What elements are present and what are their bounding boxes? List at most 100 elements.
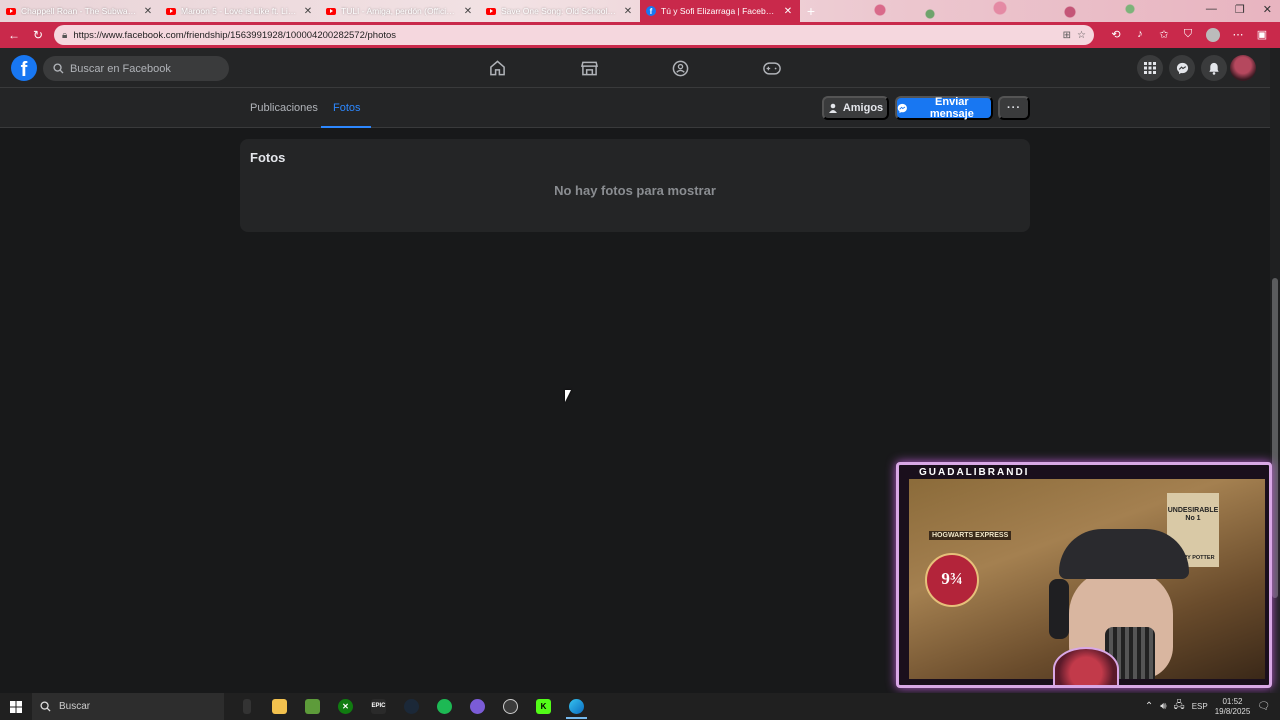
taskbar-app[interactable] [494,693,527,720]
browser-tab[interactable]: TULI - Amiga, perdón (Official Vi ✕ [320,0,480,22]
notifications-icon[interactable] [1201,55,1227,81]
spotify-icon [437,699,452,714]
url-field[interactable]: 🔒︎ https://www.facebook.com/friendship/1… [54,25,1094,45]
taskbar-app-active[interactable] [560,693,593,720]
taskbar-app[interactable] [296,693,329,720]
notification-center-icon[interactable]: 🗨 [1257,701,1270,712]
facebook-logo[interactable]: f [11,55,37,81]
windows-start-icon[interactable] [0,693,32,720]
home-icon[interactable] [477,48,517,88]
facebook-icon: f [646,6,656,16]
obs-icon [503,699,518,714]
epic-games-icon: EPIC [371,699,386,714]
phone-icon [242,699,251,714]
taskbar-app[interactable] [395,693,428,720]
close-window-icon[interactable]: ✕ [1263,3,1272,16]
taskbar-search-input[interactable] [59,701,209,712]
taskbar-app[interactable] [461,693,494,720]
youtube-icon [486,7,496,15]
taskbar-app[interactable]: K [527,693,560,720]
friendship-subnav: Publicaciones Fotos [0,88,1280,128]
taskbar-app[interactable]: EPIC [362,693,395,720]
close-icon[interactable]: ✕ [462,6,474,17]
profile-avatar[interactable] [1206,28,1220,42]
more-options-button[interactable]: ··· [998,96,1030,120]
facebook-search[interactable] [43,56,229,81]
back-icon[interactable]: ← [6,28,22,42]
app-install-icon[interactable]: ⊞ [1063,30,1071,41]
chevron-up-icon[interactable]: ⌃ [1145,701,1153,712]
clock[interactable]: 01:52 19/8/2025 [1215,697,1251,717]
url-text: https://www.facebook.com/friendship/1563… [73,29,397,41]
tab-publicaciones[interactable]: Publicaciones [250,88,318,128]
extensions-toolbar: ⟲ ♪ ✩ ⛉ ⋯ ▣ [1110,28,1268,42]
close-icon[interactable]: ✕ [142,6,154,17]
streamer-cap [1059,529,1189,579]
taskbar-app[interactable] [230,693,263,720]
browser-tab[interactable]: Maroon 5 - Love is Like ft. Lil Way ✕ [160,0,320,22]
language-indicator[interactable]: ESP [1192,702,1208,711]
marketplace-icon[interactable] [569,48,609,88]
webcam-overlay: GUADALIBRANDI UNDESIRABLE No 1 HARRY POT… [896,462,1272,688]
tab-title: Tú y Sofi Elizarraga | Facebook [661,6,777,16]
sidebar-icon[interactable]: ▣ [1256,28,1268,42]
tab-fotos[interactable]: Fotos [321,88,370,128]
extension-icon[interactable]: ⟲ [1110,28,1122,42]
scrollbar-thumb[interactable] [1272,278,1278,598]
account-avatar[interactable] [1230,55,1256,81]
send-message-button[interactable]: Enviar mensaje [895,96,993,120]
maximize-icon[interactable]: ❐ [1235,3,1245,16]
minimize-icon[interactable]: — [1206,3,1217,16]
channel-name: GUADALIBRANDI [919,467,1030,478]
more-options-icon[interactable]: ⋯ [1232,28,1244,42]
friends-button-label: Amigos [842,102,884,114]
xbox-icon: ✕ [338,699,353,714]
browser-tab[interactable]: Chappell Roan - The Subway (Offi ✕ [0,0,160,22]
minecraft-icon [305,699,320,714]
clock-time: 01:52 [1222,696,1243,706]
messenger-icon[interactable] [1169,55,1195,81]
gaming-icon[interactable] [752,48,792,88]
windows-taskbar: ✕ EPIC K ⌃ 🔊︎ 🖧 ESP 01:52 19/8/2025 🗨 [0,693,1280,720]
tab-title: Chappell Roan - The Subway (Offi [21,6,137,16]
streamer-avatar [1053,647,1119,685]
lock-icon[interactable]: 🔒︎ [62,30,67,41]
friend-icon [828,103,837,113]
youtube-icon [326,7,336,15]
favorite-star-icon[interactable]: ☆ [1077,30,1086,41]
system-tray: ⌃ 🔊︎ 🖧 ESP 01:52 19/8/2025 🗨 [1145,693,1280,720]
taskbar-app[interactable]: ✕ [329,693,362,720]
search-icon [40,701,51,712]
extension-icon[interactable]: ♪ [1134,28,1146,42]
volume-icon[interactable]: 🔊︎ [1160,701,1166,712]
network-icon[interactable]: 🖧 [1174,698,1185,715]
new-tab-button[interactable]: + [800,0,822,22]
facebook-header: f [0,48,1280,88]
favorites-icon[interactable]: ✩ [1158,28,1170,42]
close-icon[interactable]: ✕ [302,6,314,17]
youtube-icon [166,7,176,15]
search-input[interactable] [69,62,219,75]
browser-tab[interactable]: Save One Song: Old School Editi ✕ [480,0,640,22]
taskbar-search[interactable] [32,693,224,720]
headset [1049,579,1069,639]
platform-badge: 9¾ [925,553,979,607]
clock-date: 19/8/2025 [1214,706,1251,716]
photos-card: Fotos No hay fotos para mostrar [240,139,1030,232]
menu-grid-icon[interactable] [1137,55,1163,81]
browser-tab-strip: Chappell Roan - The Subway (Offi ✕ Maroo… [0,0,1280,22]
groups-icon[interactable] [660,48,700,88]
shield-icon[interactable]: ⛉ [1182,28,1194,42]
refresh-icon[interactable]: ↻ [30,28,46,42]
discord-icon [470,699,485,714]
file-explorer-icon [272,699,287,714]
address-bar-row: ← ↻ 🔒︎ https://www.facebook.com/friendsh… [0,22,1280,48]
close-icon[interactable]: ✕ [622,6,634,17]
search-icon [53,63,64,74]
friends-button[interactable]: Amigos [822,96,889,120]
browser-tab-active[interactable]: f Tú y Sofi Elizarraga | Facebook ✕ [640,0,800,22]
window-controls: — ❐ ✕ [1206,3,1272,16]
taskbar-app[interactable] [428,693,461,720]
close-icon[interactable]: ✕ [782,6,794,17]
taskbar-app[interactable] [263,693,296,720]
